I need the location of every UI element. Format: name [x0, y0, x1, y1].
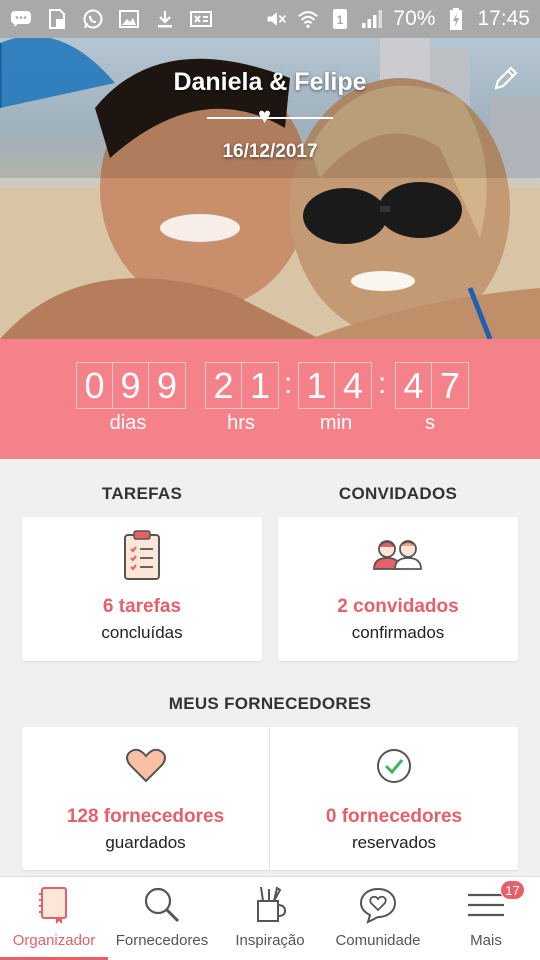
booked-vendors-count: 0 fornecedores: [325, 806, 463, 827]
tools-cup-icon: [252, 885, 288, 930]
nav-item-organizador[interactable]: Organizador: [0, 877, 108, 960]
countdown-seconds: 4 7: [395, 362, 469, 409]
guests-count: 2 convidados: [337, 596, 459, 617]
signal-icon: [361, 9, 383, 29]
heart-icon: ♥: [258, 103, 272, 128]
saved-vendors-count: 128 fornecedores: [66, 806, 225, 827]
sim1-icon: 1: [329, 9, 351, 29]
seconds-label: s: [425, 412, 435, 434]
pencil-icon[interactable]: [492, 64, 520, 92]
clock-time: 17:45: [477, 7, 530, 30]
whatsapp-icon: [82, 9, 104, 29]
nav-label: Mais: [470, 932, 502, 949]
saved-vendors-status: guardados: [105, 833, 186, 852]
clipboard-checklist-icon: [122, 529, 162, 586]
image-icon: [118, 9, 140, 29]
battery-percent: 70%: [393, 7, 436, 30]
nav-label: Inspiração: [235, 932, 305, 949]
days-digit: 0: [77, 363, 113, 408]
countdown-hours: 2 1: [205, 362, 279, 409]
vendors-section-title: MEUS FORNECEDORES: [168, 694, 372, 713]
countdown-minutes: 1 4: [298, 362, 372, 409]
tasks-section-title: TAREFAS: [101, 484, 183, 503]
sim-icon: [46, 9, 68, 29]
svg-text:1: 1: [337, 13, 344, 27]
booked-vendors-card[interactable]: 0 fornecedores reservados: [270, 727, 518, 870]
status-bar: 1 70% 17:45: [0, 0, 540, 38]
screenshot-icon: [190, 9, 212, 29]
wifi-icon: [297, 9, 319, 29]
notebook-icon: [38, 885, 70, 930]
tasks-count: 6 tarefas: [102, 596, 182, 617]
minutes-digit: 1: [299, 363, 335, 408]
notification-badge: 17: [500, 880, 525, 900]
check-circle-icon: [375, 747, 413, 790]
couple-photo-header: Daniela & Felipe ♥ 16/12/2017: [0, 38, 540, 339]
nav-label: Organizador: [12, 932, 96, 949]
minutes-label: min: [319, 412, 353, 434]
minutes-digit: 4: [342, 365, 364, 406]
tasks-card[interactable]: 6 tarefas concluídas: [22, 517, 262, 661]
download-icon: [154, 9, 176, 29]
saved-vendors-card[interactable]: 128 fornecedores guardados: [22, 727, 269, 870]
tasks-status: concluídas: [101, 623, 183, 642]
colon-separator: :: [378, 367, 387, 400]
guests-section-title: CONVIDADOS: [338, 484, 458, 503]
search-icon: [142, 885, 182, 930]
guests-card[interactable]: 2 convidados confirmados: [278, 517, 518, 661]
heart-icon: [125, 747, 166, 788]
days-digit: 9: [113, 363, 149, 408]
hours-digit: 2: [206, 363, 242, 408]
hours-label: hrs: [227, 412, 255, 434]
booked-vendors-status: reservados: [351, 833, 437, 852]
nav-item-fornecedores[interactable]: Fornecedores: [108, 877, 216, 960]
battery-charging-icon: [445, 8, 467, 30]
nav-item-comunidade[interactable]: Comunidade: [324, 877, 432, 960]
bottom-navigation: Organizador Fornecedores Inspiração Comu…: [0, 876, 540, 960]
chat-heart-icon: [358, 885, 398, 930]
mute-icon: [265, 9, 287, 29]
hours-digit: 1: [249, 365, 271, 406]
days-label: dias: [109, 412, 147, 434]
colon-separator: :: [284, 367, 293, 400]
seconds-digit: 4: [396, 363, 432, 408]
wedding-countdown: 0 9 9 2 1 : 1 4 : 4 7 dias hrs min s: [0, 339, 540, 459]
chat-bubble-icon: [10, 9, 32, 29]
couple-names: Daniela & Felipe: [173, 68, 367, 96]
nav-item-inspiracao[interactable]: Inspiração: [216, 877, 324, 960]
wedding-date: 16/12/2017: [222, 141, 318, 162]
countdown-days: 0 9 9: [76, 362, 186, 409]
couple-icon: [372, 537, 424, 576]
days-digit: 9: [156, 365, 178, 406]
seconds-digit: 7: [439, 365, 461, 406]
guests-status: confirmados: [351, 623, 445, 642]
nav-label: Fornecedores: [115, 932, 209, 949]
nav-label: Comunidade: [335, 932, 421, 949]
